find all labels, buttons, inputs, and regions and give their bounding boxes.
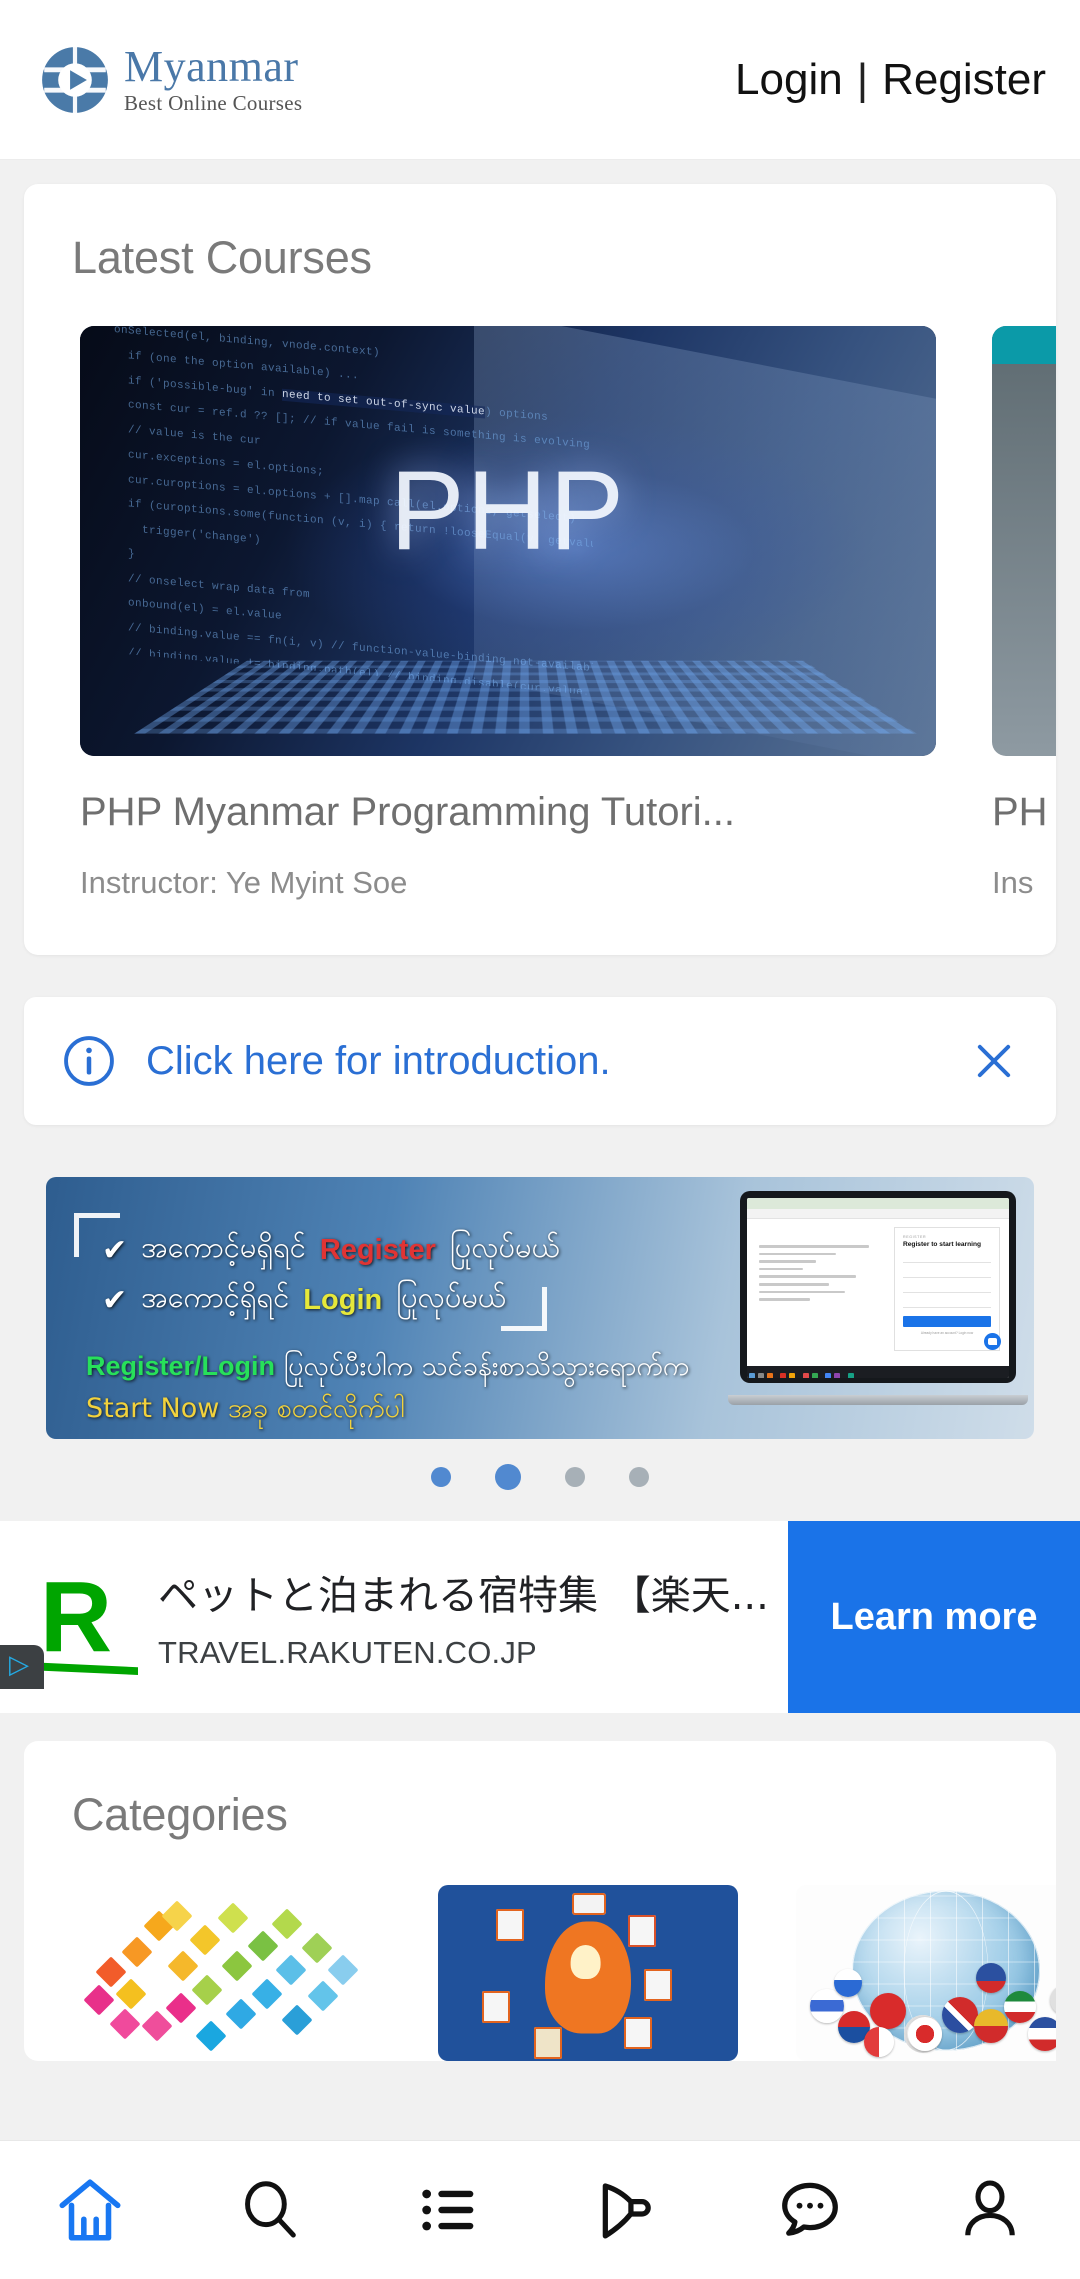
nav-announcements[interactable] (540, 2141, 720, 2279)
carousel-dots[interactable] (0, 1439, 1080, 1515)
promo-line-2-prefix: အကောင့်ရှိရင် (141, 1280, 290, 1314)
laptop-signup-button (903, 1316, 991, 1327)
promo-line-4: Start Now အခု စတင်လိုက်ပါ (86, 1393, 405, 1424)
laptop-form-heading: Register to start learning (903, 1241, 982, 1248)
auth-separator: | (856, 54, 869, 104)
brand-logo[interactable]: Myanmar Best Online Courses (40, 45, 302, 115)
laptop-form-footer: Already have an account? Login now (920, 1331, 974, 1335)
promo-line-2: ✔ အကောင့်ရှိရင် Login ပြုလုပ်မယ် (102, 1279, 506, 1322)
brand-title: Myanmar (124, 42, 299, 91)
course-title: PH (992, 790, 1048, 834)
course-thumb-label: PHP (389, 448, 627, 574)
latest-courses-card: Latest Courses onSelected(el, binding, v… (24, 184, 1056, 955)
carousel-dot[interactable] (431, 1467, 451, 1487)
course-thumbnail[interactable]: onSelected(el, binding, vnode.context) i… (80, 326, 936, 756)
promo-line-3: Register/Login ပြုလုပ်ပီးပါက သင်ခန်းစာသိ… (86, 1349, 689, 1389)
megaphone-icon (602, 2183, 651, 2239)
laptop-field-username (903, 1254, 991, 1263)
laptop-field-password (903, 1284, 991, 1293)
course-instructor: Instructor: Ye Myint Soe (80, 865, 408, 900)
laptop-illustration: REGISTER Register to start learning Alre… (728, 1191, 1028, 1405)
nav-home[interactable] (0, 2141, 180, 2279)
latest-courses-list[interactable]: onSelected(el, binding, vnode.context) i… (24, 284, 1056, 955)
laptop-form-kicker: REGISTER (903, 1235, 927, 1239)
promo-line-3-text: ပြုလုပ်ပီးပါက သင်ခန်းစာသိသွားရောက်က (283, 1351, 690, 1382)
profile-icon (965, 2180, 1015, 2236)
course-instructor: Ins (992, 865, 1034, 900)
laptop-register-form: REGISTER Register to start learning Alre… (895, 1228, 999, 1350)
business-idea-category-icon (438, 1885, 738, 2061)
page-content[interactable]: Latest Courses onSelected(el, binding, v… (0, 160, 1080, 2140)
ad-url: TRAVEL.RAKUTEN.CO.JP (158, 1635, 537, 1670)
introduction-alert-text[interactable]: Click here for introduction. (146, 1039, 938, 1084)
category-item[interactable] (438, 1885, 738, 2061)
nav-search[interactable] (180, 2141, 360, 2279)
nav-list[interactable] (360, 2141, 540, 2279)
php-artwork: onSelected(el, binding, vnode.context) i… (80, 326, 936, 756)
check-icon: ✔ (102, 1283, 128, 1318)
carousel-dot[interactable] (629, 1467, 649, 1487)
close-icon[interactable] (968, 1035, 1020, 1087)
promo-line-1-keyword: Register (319, 1234, 436, 1266)
languages-globe-category-icon (796, 1885, 1056, 2061)
categories-list[interactable] (24, 1841, 1056, 2061)
promo-line-1: ✔ အကောင့်မရှိရင် Register ပြုလုပ်မယ် (102, 1229, 560, 1272)
latest-courses-title: Latest Courses (72, 232, 372, 283)
course-title: PHP Myanmar Programming Tutori... (80, 790, 736, 834)
chat-bubble-icon (984, 1333, 1001, 1350)
nav-chat[interactable] (720, 2141, 900, 2279)
search-icon (245, 2181, 296, 2238)
course-card[interactable]: PH Ins (992, 326, 1056, 901)
category-item[interactable] (80, 1885, 380, 2061)
globe-play-logo-icon (42, 45, 108, 114)
categories-card: Categories (24, 1741, 1056, 2061)
ad-logo: R (0, 1521, 152, 1713)
promo-line-2-suffix: ပြုလုပ်မယ် (396, 1280, 507, 1314)
advertisement-banner[interactable]: R ペットと泊まれる宿特集 【楽天... TRAVEL.RAKUTEN.CO.J… (0, 1521, 1080, 1713)
chat-icon (782, 2182, 838, 2236)
colorful-mosaic-category-icon (80, 1885, 380, 2061)
course-card[interactable]: onSelected(el, binding, vnode.context) i… (80, 326, 936, 901)
laptop-field-email (903, 1269, 991, 1278)
check-icon: ✔ (102, 1233, 128, 1268)
login-link[interactable]: Login (735, 55, 843, 105)
rakuten-r-logo: R (39, 1561, 113, 1673)
carousel-dot[interactable] (565, 1467, 585, 1487)
category-item[interactable] (796, 1885, 1056, 2061)
auth-links: Login | Register (735, 55, 1046, 105)
info-circle-icon (64, 1036, 114, 1086)
ad-learn-more-button[interactable]: Learn more (788, 1521, 1080, 1713)
adchoices-icon[interactable] (0, 1645, 44, 1689)
bracket-bottom-right (501, 1287, 547, 1331)
carousel-dot-active[interactable] (495, 1464, 521, 1490)
categories-title: Categories (72, 1789, 288, 1840)
laptop-field-confirm (903, 1299, 991, 1308)
browser-urlbar (747, 1209, 1009, 1219)
course-accent-strip (992, 326, 1056, 364)
promo-line-3-keyword: Register/Login (86, 1351, 276, 1381)
list-icon (422, 2189, 474, 2231)
nav-profile[interactable] (900, 2141, 1080, 2279)
app-header: Myanmar Best Online Courses Login | Regi… (0, 0, 1080, 160)
browser-tabbar (747, 1198, 1009, 1209)
laptop-taskbar (747, 1366, 1009, 1378)
course-thumbnail[interactable] (992, 326, 1056, 756)
promo-slide[interactable]: ✔ အကောင့်မရှိရင် Register ပြုလုပ်မယ် ✔ အ… (46, 1177, 1034, 1439)
promo-carousel[interactable]: ✔ အကောင့်မရှိရင် Register ပြုလုပ်မယ် ✔ အ… (0, 1177, 1080, 1515)
promo-line-2-keyword: Login (303, 1284, 383, 1316)
home-icon (59, 2179, 121, 2241)
promo-line-1-suffix: ပြုလုပ်မယ် (449, 1230, 560, 1264)
brand-subtitle: Best Online Courses (124, 91, 303, 115)
introduction-alert[interactable]: Click here for introduction. (24, 997, 1056, 1125)
ad-headline: ペットと泊まれる宿特集 【楽天... (158, 1573, 769, 1619)
app-screen: Myanmar Best Online Courses Login | Regi… (0, 0, 1080, 2279)
register-link[interactable]: Register (882, 55, 1046, 105)
laptop-text-lines (759, 1245, 869, 1306)
ad-text[interactable]: ペットと泊まれる宿特集 【楽天... TRAVEL.RAKUTEN.CO.JP (152, 1521, 788, 1713)
bottom-navigation (0, 2140, 1080, 2279)
promo-line-1-prefix: အကောင့်မရှိရင် (141, 1230, 306, 1264)
